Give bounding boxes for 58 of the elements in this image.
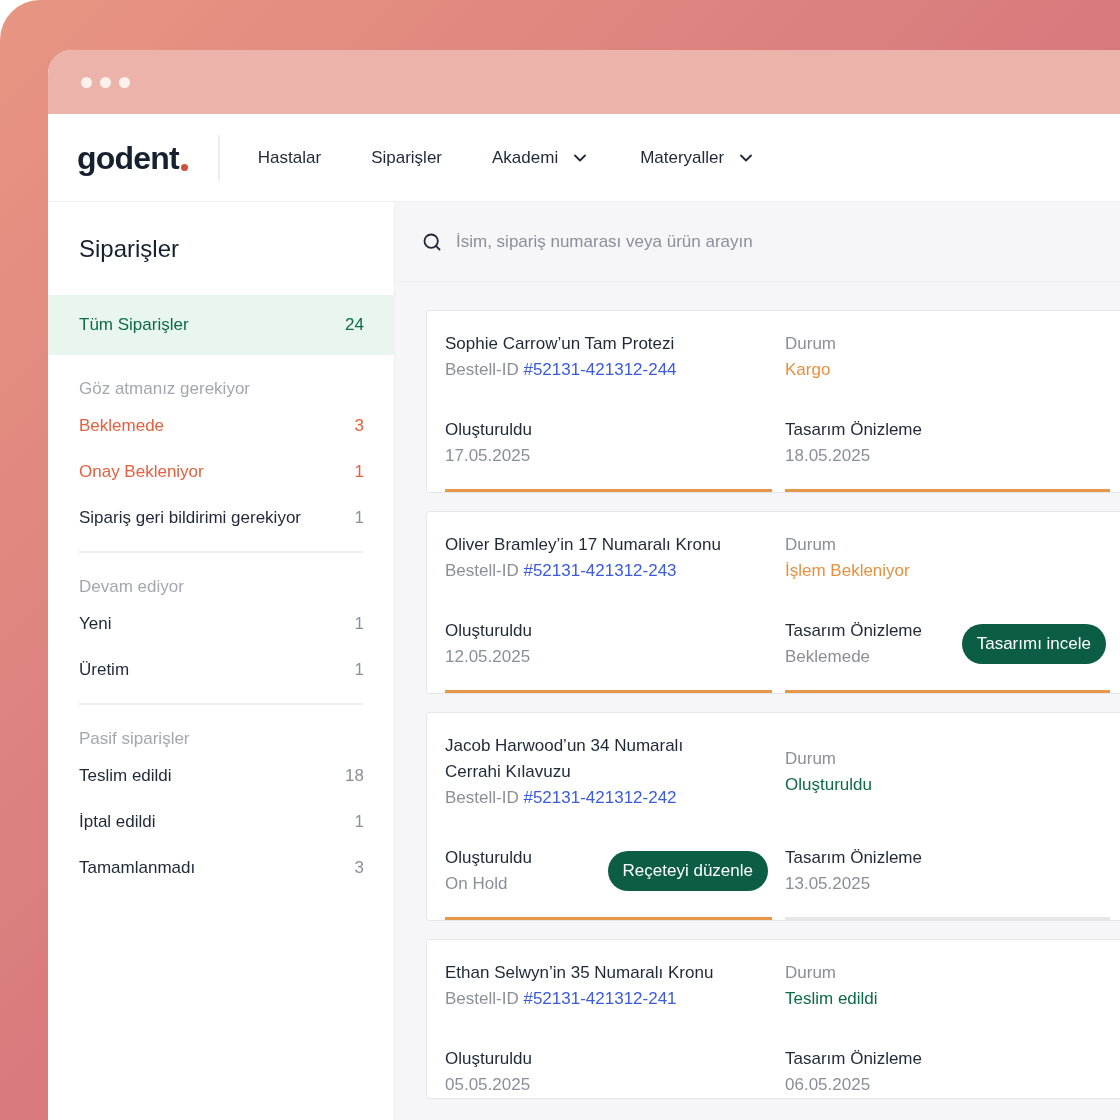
field-label: Oluşturuldu	[445, 620, 532, 642]
field-label: Tasarım Önizleme	[785, 419, 922, 441]
field-value: 05.05.2025	[445, 1074, 532, 1096]
field-label: Tasarım Önizleme	[785, 1048, 922, 1070]
nav-link[interactable]: Hastalar	[257, 144, 322, 171]
field-value: 13.05.2025	[785, 873, 872, 895]
status-text: İşlem Bekleniyor	[785, 560, 911, 582]
action-button[interactable]: Reçeteyi düzenle	[607, 851, 768, 891]
logo[interactable]: godent	[77, 141, 179, 174]
status-text: Kargo	[785, 359, 832, 381]
order-title: Sophie Carrow’un Tam Protezi	[445, 333, 676, 355]
order-card[interactable]: Sophie Carrow’un Tam Protezi Bestell-ID #52131-421312-244 Durum Kargo Oluşturuldu 17.05.2025 Tasarım Önizleme 18.05.2025	[426, 310, 1120, 493]
field-value: 17.05.2025	[445, 445, 532, 467]
sidebar-item[interactable]: Sipariş geri bildirimi gerekiyor 1	[48, 495, 394, 541]
nav-link[interactable]: Akademi	[492, 144, 591, 171]
field-value: 12.05.2025	[445, 646, 532, 668]
field-value: On Hold	[445, 873, 509, 895]
sidebar-item[interactable]: İptal edildi 1	[48, 799, 394, 845]
order-id: Bestell-ID #52131-421312-242	[445, 787, 678, 809]
order-id: Bestell-ID #52131-421312-241	[445, 988, 678, 1010]
search-field[interactable]: İsim, sipariş numarası veya ürün arayın	[456, 228, 956, 255]
sidebar-item[interactable]: Yeni 1	[48, 601, 394, 647]
sidebar-item[interactable]: Tamamlanmadı 3	[48, 845, 394, 891]
field-value: Beklemede	[785, 646, 872, 668]
field-label: Oluşturuldu	[445, 847, 532, 869]
order-card[interactable]: Jacob Harwood’un 34 Numaralı Cerrahi Kılavuzu Bestell-ID #52131-421312-242 Durum Oluşturuldu Oluşturuldu On Hold Reçeteyi düzenle Tasarım Önizleme 13.05.2025	[426, 712, 1120, 921]
order-card[interactable]: Oliver Bramley’in 17 Numaralı Kronu Bestell-ID #52131-421312-243 Durum İşlem Bekleniyor Oluşturuldu 12.05.2025 Tasarım Önizleme Beklemede Tasarımı incele	[426, 511, 1120, 694]
order-title: Jacob Harwood’un 34 Numaralı Cerrahi Kılavuzu	[445, 735, 685, 783]
group-heading: Devam ediyor	[79, 575, 184, 598]
nav-link[interactable]: Materyaller	[640, 144, 757, 171]
field-label: Tasarım Önizleme	[785, 847, 922, 869]
sidebar-item[interactable]: Tüm Siparişler 24	[48, 295, 394, 355]
order-id: Bestell-ID #52131-421312-243	[445, 560, 678, 582]
nav-link[interactable]: Siparişler	[371, 144, 442, 171]
status-label: Durum	[785, 748, 837, 770]
field-value: 06.05.2025	[785, 1074, 872, 1096]
status-label: Durum	[785, 962, 837, 984]
field-value: 18.05.2025	[785, 445, 872, 467]
order-title: Oliver Bramley’in 17 Numaralı Kronu	[445, 534, 722, 556]
status-label: Durum	[785, 333, 837, 355]
field-label: Oluşturuldu	[445, 419, 532, 441]
group-heading: Göz atmanız gerekiyor	[79, 377, 250, 400]
order-title: Ethan Selwyn’in 35 Numaralı Kronu	[445, 962, 715, 984]
sidebar-item[interactable]: Teslim edildi 18	[48, 753, 394, 799]
order-id: Bestell-ID #52131-421312-244	[445, 359, 678, 381]
sidebar-item[interactable]: Onay Bekleniyor 1	[48, 449, 394, 495]
sidebar-title: Siparişler	[79, 233, 180, 264]
action-button[interactable]: Tasarımı incele	[961, 624, 1106, 664]
sidebar-item[interactable]: Üretim 1	[48, 647, 394, 693]
field-label: Tasarım Önizleme	[785, 620, 922, 642]
group-heading: Pasif siparişler	[79, 727, 190, 750]
search-icon	[422, 231, 442, 252]
status-text: Teslim edildi	[785, 988, 879, 1010]
status-label: Durum	[785, 534, 837, 556]
sidebar-item[interactable]: Beklemede 3	[48, 403, 394, 449]
order-card[interactable]: Ethan Selwyn’in 35 Numaralı Kronu Bestell-ID #52131-421312-241 Durum Teslim edildi Oluşturuldu 05.05.2025 Tasarım Önizleme 06.05.2025	[426, 939, 1120, 1099]
field-label: Oluşturuldu	[445, 1048, 532, 1070]
status-text: Oluşturuldu	[785, 774, 873, 796]
